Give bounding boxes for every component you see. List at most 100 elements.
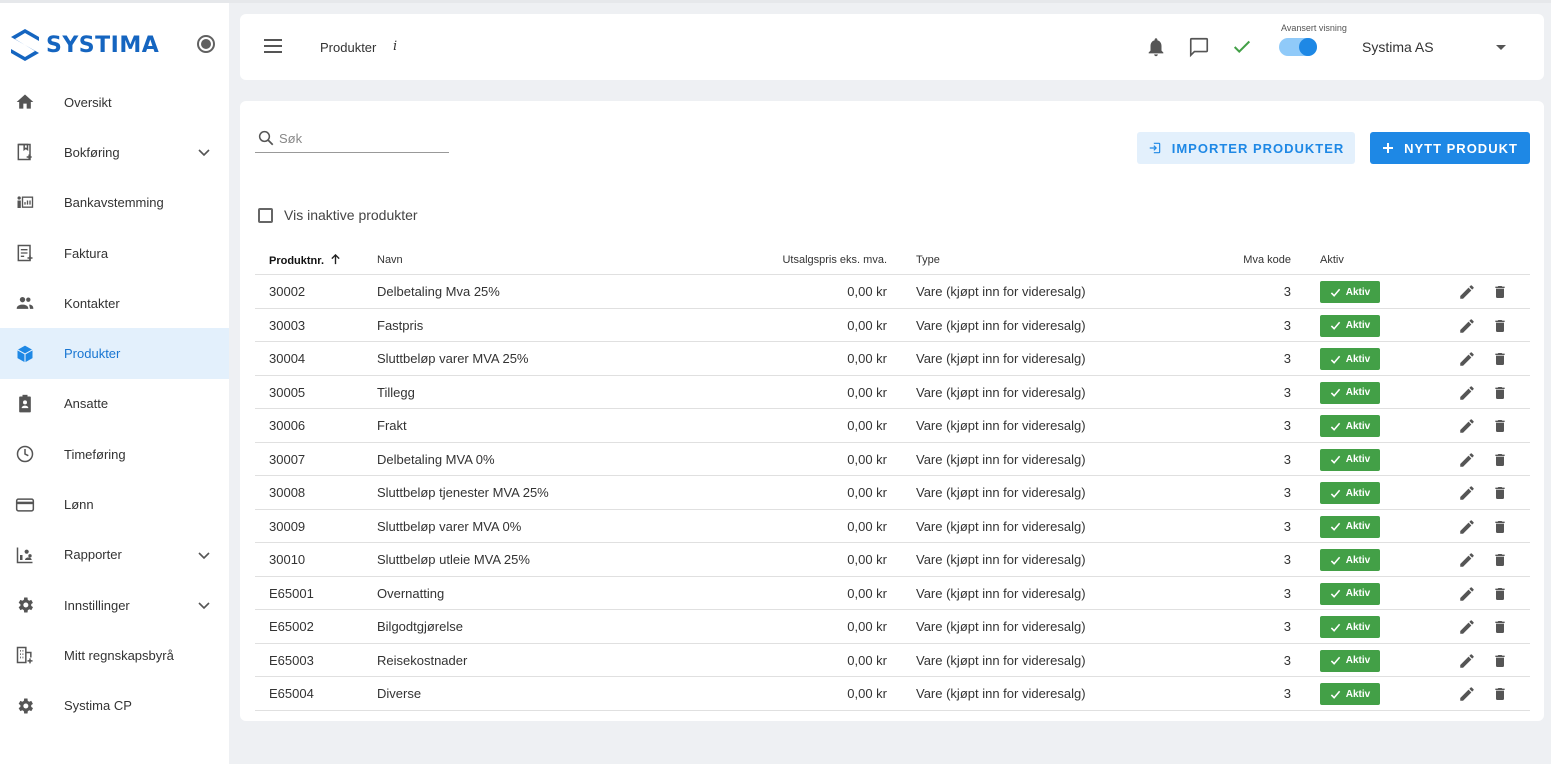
edit-pencil-icon[interactable] [1458,384,1476,402]
edit-pencil-icon[interactable] [1458,350,1476,368]
chat-icon[interactable] [1188,36,1210,58]
advanced-view-toggle[interactable] [1279,38,1317,56]
delete-trash-icon[interactable] [1492,685,1508,703]
sidebar-item-ansatte[interactable]: Ansatte [0,379,229,429]
product-name: Sluttbeløp varer MVA 25% [377,351,529,366]
table-row[interactable]: 30008 Sluttbeløp tjenester MVA 25% 0,00 … [255,476,1530,510]
product-number: 30010 [269,552,306,567]
edit-pencil-icon[interactable] [1458,317,1476,335]
edit-pencil-icon[interactable] [1458,484,1476,502]
sidebar-item-faktura[interactable]: Faktura [0,228,229,278]
sidebar-item-rapporter[interactable]: Rapporter [0,530,229,580]
delete-trash-icon[interactable] [1492,384,1508,402]
product-number: 30004 [269,351,306,366]
sidebar-item-innstillinger[interactable]: Innstillinger [0,580,229,630]
table-row[interactable]: 30002 Delbetaling Mva 25% 0,00 kr Vare (… [255,275,1530,309]
delete-trash-icon[interactable] [1492,585,1508,603]
notification-bell-icon[interactable] [1145,36,1167,58]
record-icon[interactable] [197,35,215,53]
edit-pencil-icon[interactable] [1458,417,1476,435]
edit-pencil-icon[interactable] [1458,283,1476,301]
table-row[interactable]: 30006 Frakt 0,00 kr Vare (kjøpt inn for … [255,409,1530,443]
table-row[interactable]: E65002 Bilgodtgjørelse 0,00 kr Vare (kjø… [255,610,1530,644]
delete-trash-icon[interactable] [1492,350,1508,368]
sidebar-item-lonn[interactable]: Lønn [0,479,229,529]
import-products-button[interactable]: IMPORTER PRODUKTER [1137,132,1355,164]
chevron-down-icon[interactable] [196,597,212,613]
delete-trash-icon[interactable] [1492,283,1508,301]
check-icon [1330,321,1340,330]
sidebar-item-label: Timeføring [64,446,126,462]
table-row[interactable]: 30004 Sluttbeløp varer MVA 25% 0,00 kr V… [255,342,1530,376]
product-number: E65002 [269,619,314,634]
edit-pencil-icon[interactable] [1458,685,1476,703]
table-row[interactable]: 30009 Sluttbeløp varer MVA 0% 0,00 kr Va… [255,510,1530,543]
chevron-down-icon[interactable] [196,547,212,563]
product-vat-code: 3 [1283,451,1291,467]
sidebar-item-mitt-regnskapsbyra[interactable]: Mitt regnskapsbyrå [0,630,229,680]
sidebar-item-label: Mitt regnskapsbyrå [64,647,174,663]
status-badge-label: Aktiv [1345,554,1371,566]
check-icon [1330,422,1340,431]
delete-trash-icon[interactable] [1492,652,1508,670]
edit-pencil-icon[interactable] [1458,585,1476,603]
bank-reconciliation-icon [14,192,36,214]
delete-trash-icon[interactable] [1492,317,1508,335]
edit-pencil-icon[interactable] [1458,451,1476,469]
check-icon [1330,623,1340,632]
table-row[interactable]: 30007 Delbetaling MVA 0% 0,00 kr Vare (k… [255,443,1530,476]
new-product-button[interactable]: NYTT PRODUKT [1370,132,1530,164]
status-badge-label: Aktiv [1345,286,1371,298]
sidebar-item-timeforing[interactable]: Timeføring [0,429,229,479]
edit-pencil-icon[interactable] [1458,518,1476,536]
delete-trash-icon[interactable] [1492,551,1508,569]
sidebar-item-systima-cp[interactable]: Systima CP [0,681,229,731]
sort-ascending-icon[interactable] [330,253,341,265]
column-header-pris[interactable]: Utsalgspris eks. mva. [782,254,887,266]
status-badge-label: Aktiv [1345,320,1371,331]
menu-icon[interactable] [264,39,282,53]
edit-pencil-icon[interactable] [1458,618,1476,636]
table-row[interactable]: E65001 Overnatting 0,00 kr Vare (kjøpt i… [255,577,1530,610]
status-badge: Aktiv [1320,448,1380,471]
sidebar-item-produkter[interactable]: Produkter [0,328,229,379]
sidebar-item-label: Produkter [64,346,121,362]
delete-trash-icon[interactable] [1492,484,1508,502]
show-inactive-checkbox[interactable] [258,207,273,223]
delete-trash-icon[interactable] [1492,451,1508,469]
column-header-type[interactable]: Type [916,254,940,266]
search-field[interactable] [255,125,449,153]
sidebar-item-bankavstemming[interactable]: Bankavstemming [0,178,229,228]
show-inactive-toggle[interactable]: Vis inaktive produkter [258,207,418,223]
delete-trash-icon[interactable] [1492,417,1508,435]
column-header-nr[interactable]: Produktnr. [269,253,341,267]
info-icon[interactable]: i [393,39,397,54]
sidebar-item-bokforing[interactable]: Bokføring [0,127,229,177]
systima-logo[interactable]: SYSTIMA [10,27,159,63]
column-header-navn[interactable]: Navn [377,254,403,266]
sidebar-item-kontakter[interactable]: Kontakter [0,278,229,328]
product-vat-code: 3 [1283,686,1291,701]
product-vat-code: 3 [1283,284,1291,299]
sidebar-item-oversikt[interactable]: Oversikt [0,77,229,127]
table-row[interactable]: 30010 Sluttbeløp utleie MVA 25% 0,00 kr … [255,543,1530,577]
table-row[interactable]: E65003 Reisekostnader 0,00 kr Vare (kjøp… [255,644,1530,677]
chevron-down-icon[interactable] [196,144,212,160]
product-number: 30002 [269,284,306,299]
sidebar: SYSTIMA Oversikt Bokføring Bankavstemming F… [0,3,229,764]
delete-trash-icon[interactable] [1492,618,1508,636]
table-row[interactable]: 30003 Fastpris 0,00 kr Vare (kjøpt inn f… [255,309,1530,342]
caret-down-icon[interactable] [1496,45,1506,50]
company-selector[interactable]: Systima AS [1362,39,1434,55]
search-input[interactable] [279,129,439,147]
table-row[interactable]: 30005 Tillegg 0,00 kr Vare (kjøpt inn fo… [255,376,1530,409]
edit-pencil-icon[interactable] [1458,551,1476,569]
product-number: 30008 [269,485,306,500]
table-row[interactable]: E65004 Diverse 0,00 kr Vare (kjøpt inn f… [255,677,1530,711]
delete-trash-icon[interactable] [1492,518,1508,536]
status-badge-label: Aktiv [1345,487,1371,499]
edit-pencil-icon[interactable] [1458,652,1476,670]
top-header: Produkter i Avansert visning Systima AS [240,14,1544,80]
column-header-aktiv[interactable]: Aktiv [1320,254,1344,266]
column-header-mva[interactable]: Mva kode [1243,254,1291,266]
